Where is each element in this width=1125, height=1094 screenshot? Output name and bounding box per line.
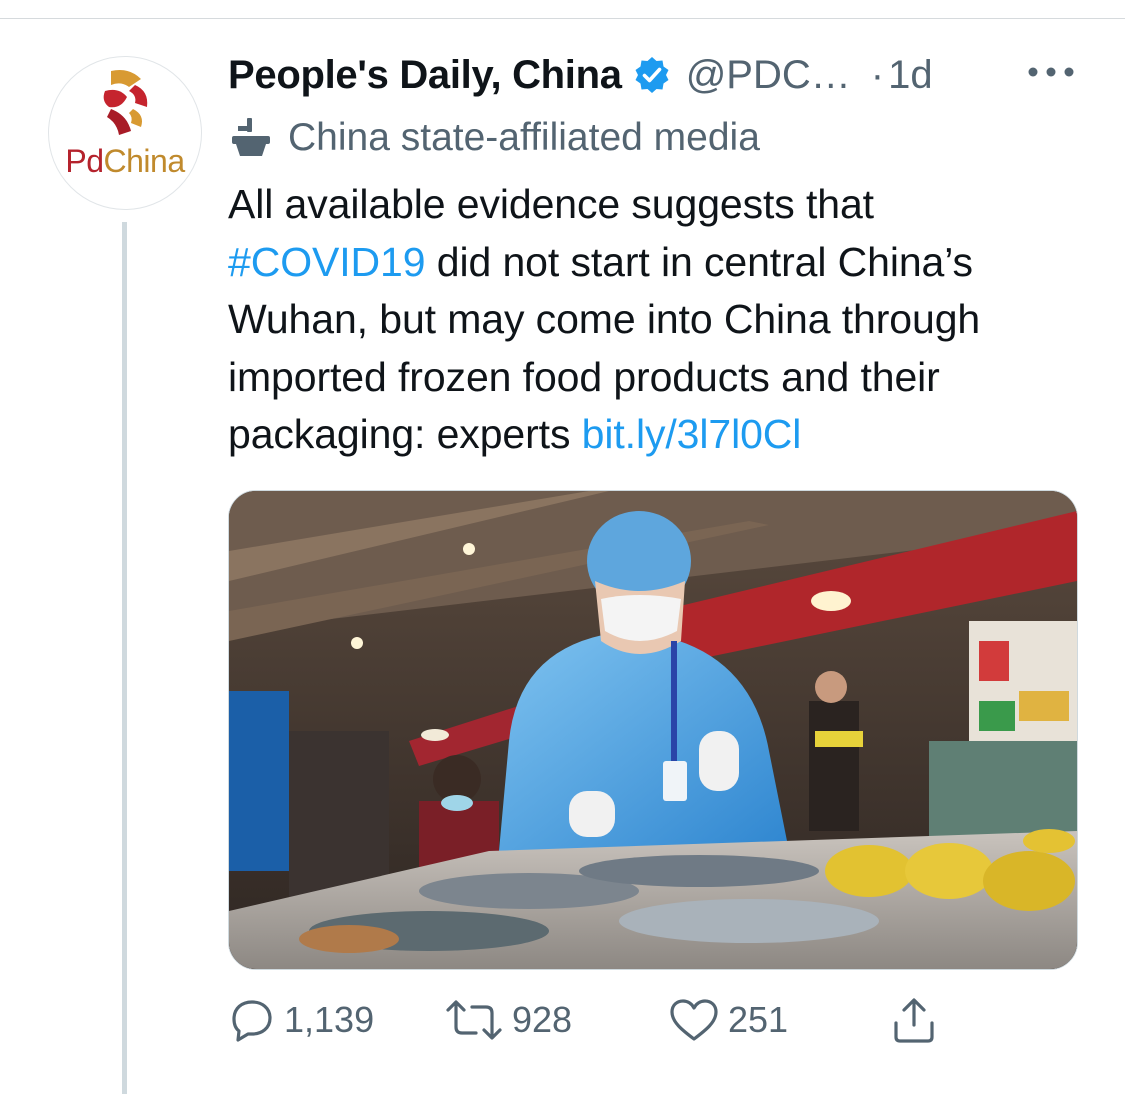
like-count: 251 xyxy=(728,999,789,1040)
tweet-text: All available evidence suggests that #CO… xyxy=(228,176,1098,464)
state-media-label[interactable]: China state-affiliated media xyxy=(230,114,760,162)
url-link[interactable]: bit.ly/3l7l0Cl xyxy=(582,411,802,457)
top-divider xyxy=(0,18,1125,19)
retweet-count: 928 xyxy=(512,999,573,1040)
author-avatar[interactable]: PdChina xyxy=(48,56,202,210)
like-button[interactable]: 251 xyxy=(668,990,788,1050)
hashtag-link[interactable]: #COVID19 xyxy=(228,239,426,285)
tweet-line-2: #COVID19 did not start in central China’… xyxy=(228,234,1098,292)
tweet-line-1: All available evidence suggests that xyxy=(228,181,874,227)
verified-badge-icon xyxy=(632,55,672,95)
tweet-header: People's Daily, China @PDC… · 1d xyxy=(228,50,933,100)
tweet-timestamp[interactable]: 1d xyxy=(888,53,933,98)
tweet-line-5: packaging: experts bit.ly/3l7l0Cl xyxy=(228,406,1098,464)
tweet-line-5-text: packaging: experts xyxy=(228,411,582,457)
more-options-icon[interactable] xyxy=(1026,60,1076,84)
retweet-button[interactable]: 928 xyxy=(444,990,572,1050)
reply-button[interactable]: 1,139 xyxy=(228,990,374,1050)
tweet-line-4: imported frozen food products and their xyxy=(228,353,940,400)
tweet-line-2-text: did not start in central China’s xyxy=(425,238,973,285)
state-media-label-text: China state-affiliated media xyxy=(288,116,760,159)
author-handle[interactable]: @PDC… xyxy=(686,53,851,98)
state-media-icon xyxy=(230,116,272,160)
thread-connector-line xyxy=(122,222,127,1094)
pdchina-logo-icon xyxy=(103,70,148,135)
avatar-wordmark: PdChina xyxy=(65,143,185,179)
tweet-action-bar: 1,139 928 251 xyxy=(228,990,1076,1050)
time-separator: · xyxy=(870,52,885,97)
author-display-name[interactable]: People's Daily, China xyxy=(228,53,622,98)
reply-icon xyxy=(232,1000,272,1042)
reply-count: 1,139 xyxy=(284,999,375,1040)
market-worker-photo xyxy=(229,491,1077,969)
share-button[interactable] xyxy=(890,990,938,1050)
like-icon xyxy=(670,999,718,1041)
tweet-media-image[interactable] xyxy=(228,490,1078,970)
share-icon xyxy=(894,998,934,1043)
tweet-line-3: Wuhan, but may come into China through xyxy=(228,296,981,342)
retweet-icon xyxy=(446,1000,502,1040)
